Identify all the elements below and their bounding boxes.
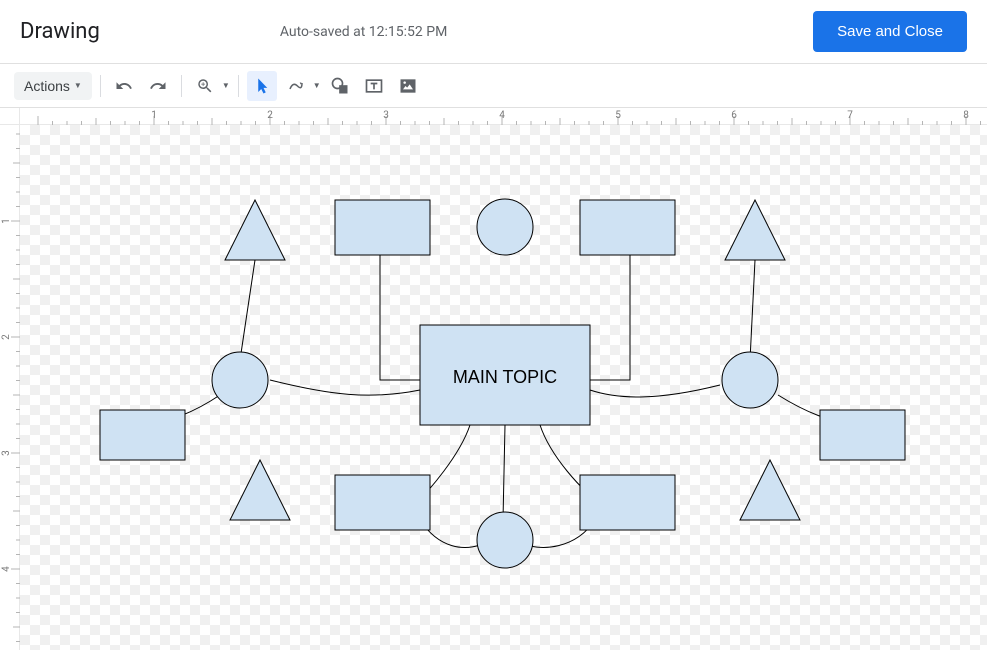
line-tool-group[interactable]: ▼ — [281, 71, 321, 101]
header-bar: Drawing Auto-saved at 12:15:52 PM Save a… — [0, 0, 987, 64]
drawing-diagram[interactable]: MAIN TOPIC — [20, 125, 987, 650]
connector[interactable] — [240, 260, 255, 360]
redo-button[interactable] — [143, 71, 173, 101]
autosave-status: Auto-saved at 12:15:52 PM — [280, 24, 447, 40]
connector[interactable] — [590, 255, 630, 380]
connector[interactable] — [270, 380, 420, 395]
zoom-button[interactable] — [190, 71, 220, 101]
svg-text:7: 7 — [847, 110, 853, 121]
shape-triangle[interactable] — [225, 200, 285, 260]
shape-rect[interactable] — [580, 475, 675, 530]
svg-text:4: 4 — [499, 110, 505, 121]
svg-text:3: 3 — [1, 450, 12, 456]
textbox-tool[interactable] — [359, 71, 389, 101]
actions-label: Actions — [24, 78, 70, 94]
svg-text:8: 8 — [963, 110, 969, 121]
select-tool[interactable] — [247, 71, 277, 101]
caret-down-icon: ▼ — [222, 81, 230, 90]
svg-text:5: 5 — [615, 110, 621, 121]
canvas-area[interactable]: MAIN TOPIC — [20, 125, 987, 650]
ruler-corner — [0, 108, 20, 125]
line-tool[interactable] — [281, 71, 311, 101]
shape-circle[interactable] — [722, 352, 778, 408]
connector[interactable] — [590, 385, 720, 397]
svg-text:6: 6 — [731, 110, 737, 121]
caret-down-icon: ▼ — [313, 81, 321, 90]
shape-rect[interactable] — [580, 200, 675, 255]
shape-triangle[interactable] — [740, 460, 800, 520]
toolbar: Actions ▼ ▼ ▼ — [0, 64, 987, 108]
shape-circle[interactable] — [477, 512, 533, 568]
ruler-vertical[interactable]: 1 2 3 4 — [0, 125, 20, 650]
shape-circle[interactable] — [212, 352, 268, 408]
svg-text:3: 3 — [383, 110, 389, 121]
shape-triangle[interactable] — [230, 460, 290, 520]
dialog-title: Drawing — [20, 19, 100, 44]
shape-tool[interactable] — [325, 71, 355, 101]
connector[interactable] — [380, 255, 420, 380]
shape-rect[interactable] — [335, 475, 430, 530]
toolbar-separator — [100, 75, 101, 97]
shape-triangle[interactable] — [725, 200, 785, 260]
svg-text:4: 4 — [1, 566, 12, 572]
connector[interactable] — [750, 260, 755, 360]
svg-text:1: 1 — [151, 110, 157, 121]
toolbar-separator — [181, 75, 182, 97]
shape-circle[interactable] — [477, 199, 533, 255]
zoom-tool-group[interactable]: ▼ — [190, 71, 230, 101]
ruler-horizontal[interactable]: 1 2 3 4 5 6 7 8 — [20, 108, 987, 125]
svg-text:1: 1 — [1, 218, 12, 224]
svg-text:2: 2 — [267, 110, 273, 121]
main-topic-label: MAIN TOPIC — [453, 367, 557, 387]
image-tool[interactable] — [393, 71, 423, 101]
actions-menu-button[interactable]: Actions ▼ — [14, 72, 92, 100]
connector[interactable] — [503, 425, 505, 520]
toolbar-separator — [238, 75, 239, 97]
svg-text:2: 2 — [1, 334, 12, 340]
shape-rect[interactable] — [335, 200, 430, 255]
save-and-close-button[interactable]: Save and Close — [813, 11, 967, 52]
undo-button[interactable] — [109, 71, 139, 101]
shape-rect[interactable] — [820, 410, 905, 460]
caret-down-icon: ▼ — [74, 81, 82, 90]
shape-rect[interactable] — [100, 410, 185, 460]
